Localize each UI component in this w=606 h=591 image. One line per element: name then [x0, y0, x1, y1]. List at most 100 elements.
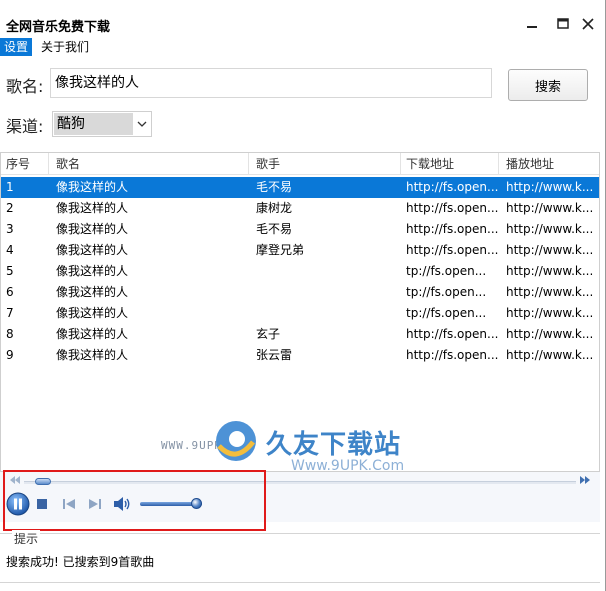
row-play-url: http://www.k...	[506, 243, 594, 257]
row-artist: 康树龙	[256, 201, 293, 215]
rewind-icon[interactable]	[10, 476, 20, 484]
volume-handle[interactable]	[190, 498, 202, 509]
table-row[interactable]: 8 像我这样的人 玄子 http://fs.open... http://www.k..…	[1, 324, 599, 345]
table-row[interactable]: 5 像我这样的人 tp://fs.open... http://www.k...	[1, 261, 599, 282]
table-header: 序号 歌名 歌手 下载地址 播放地址	[1, 153, 599, 175]
row-download-url: http://fs.open...	[406, 222, 499, 236]
row-song: 像我这样的人	[56, 180, 129, 194]
table-row[interactable]: 4 像我这样的人 摩登兄弟 http://fs.open... http://www.k…	[1, 240, 599, 261]
song-label: 歌名:	[6, 77, 44, 96]
main-window: 全网音乐免费下载 设置 关于我们 歌名: 像我这样的人 搜索 渠道: 酷狗 序号…	[0, 0, 606, 591]
watermark-url: WWW.9UPK.COM	[161, 439, 253, 452]
watermark-logo-icon	[216, 421, 256, 461]
column-header-play[interactable]: 播放地址	[501, 153, 599, 175]
row-artist: 毛不易	[256, 180, 293, 194]
row-index: 9	[6, 348, 14, 362]
search-button[interactable]: 搜索	[508, 69, 588, 101]
row-play-url: http://www.k...	[506, 348, 594, 362]
row-song: 像我这样的人	[56, 327, 129, 341]
menu-settings[interactable]: 设置	[0, 38, 33, 56]
close-button[interactable]	[576, 12, 600, 36]
row-play-url: http://www.k...	[506, 285, 594, 299]
row-download-url: http://fs.open...	[406, 243, 499, 257]
menu-about[interactable]: 关于我们	[37, 38, 93, 56]
table-row[interactable]: 6 像我这样的人 tp://fs.open... http://www.k...	[1, 282, 599, 303]
row-play-url: http://www.k...	[506, 180, 594, 194]
row-index: 1	[6, 180, 14, 194]
maximize-icon	[557, 18, 569, 29]
row-artist: 摩登兄弟	[256, 243, 305, 257]
row-song: 像我这样的人	[56, 222, 129, 236]
seek-bar[interactable]	[24, 481, 576, 484]
row-song: 像我这样的人	[56, 264, 129, 278]
row-play-url: http://www.k...	[506, 201, 594, 215]
close-icon	[582, 18, 594, 30]
row-index: 5	[6, 264, 14, 278]
window-title: 全网音乐免费下载	[6, 20, 111, 35]
row-index: 7	[6, 306, 14, 320]
next-track-icon[interactable]	[88, 497, 102, 511]
channel-select[interactable]: 酷狗	[52, 111, 152, 137]
media-player	[0, 472, 600, 522]
row-artist: 张云雷	[256, 348, 293, 362]
song-name-input[interactable]: 像我这样的人	[50, 68, 492, 98]
titlebar: 全网音乐免费下载	[0, 0, 606, 38]
divider	[0, 582, 600, 583]
menubar: 设置 关于我们	[0, 38, 606, 56]
row-artist: 玄子	[256, 327, 281, 341]
hint-title: 提示	[12, 530, 41, 547]
row-index: 6	[6, 285, 14, 299]
row-song: 像我这样的人	[56, 348, 129, 362]
row-artist: 毛不易	[256, 222, 293, 236]
previous-track-icon[interactable]	[62, 497, 76, 511]
pause-icon[interactable]	[6, 492, 30, 516]
channel-label: 渠道:	[6, 117, 44, 136]
row-index: 3	[6, 222, 14, 236]
chevron-down-icon	[137, 121, 147, 127]
column-header-download[interactable]: 下载地址	[401, 153, 499, 175]
player-controls	[0, 490, 600, 520]
table-row[interactable]: 3 像我这样的人 毛不易 http://fs.open... http://www.k.…	[1, 219, 599, 240]
row-index: 2	[6, 201, 14, 215]
row-play-url: http://www.k...	[506, 306, 594, 320]
row-download-url: tp://fs.open...	[406, 306, 487, 320]
row-play-url: http://www.k...	[506, 222, 594, 236]
row-download-url: http://fs.open...	[406, 348, 499, 362]
row-song: 像我这样的人	[56, 243, 129, 257]
channel-selected-value: 酷狗	[54, 113, 133, 135]
row-index: 4	[6, 243, 14, 257]
watermark-sub: Www.9UPK.Com	[291, 458, 405, 472]
results-table: 序号 歌名 歌手 下载地址 播放地址 1 像我这样的人 毛不易 http://fs.o…	[0, 152, 600, 472]
row-song: 像我这样的人	[56, 201, 129, 215]
table-row[interactable]: 1 像我这样的人 毛不易 http://fs.open... http://www.k.…	[1, 177, 599, 198]
row-song: 像我这样的人	[56, 306, 129, 320]
row-download-url: tp://fs.open...	[406, 264, 487, 278]
row-download-url: tp://fs.open...	[406, 285, 487, 299]
fast-forward-icon[interactable]	[580, 476, 590, 484]
hint-panel: 提示 搜索成功! 已搜索到9首歌曲	[0, 530, 600, 581]
row-play-url: http://www.k...	[506, 327, 594, 341]
row-artist	[251, 282, 401, 303]
minimize-icon	[527, 26, 537, 28]
row-song: 像我这样的人	[56, 285, 129, 299]
table-row[interactable]: 9 像我这样的人 张云雷 http://fs.open... http://www.k.…	[1, 345, 599, 366]
row-index: 8	[6, 327, 14, 341]
table-row[interactable]: 2 像我这样的人 康树龙 http://fs.open... http://www.k.…	[1, 198, 599, 219]
row-download-url: http://fs.open...	[406, 201, 499, 215]
maximize-button[interactable]	[551, 12, 575, 36]
seek-handle[interactable]	[35, 478, 52, 485]
row-play-url: http://www.k...	[506, 264, 594, 278]
minimize-button[interactable]	[520, 12, 544, 36]
row-download-url: http://fs.open...	[406, 327, 499, 341]
status-message: 搜索成功! 已搜索到9首歌曲	[6, 555, 155, 569]
table-row[interactable]: 7 像我这样的人 tp://fs.open... http://www.k...	[1, 303, 599, 324]
row-download-url: http://fs.open...	[406, 180, 499, 194]
volume-icon[interactable]	[113, 496, 131, 512]
column-header-index[interactable]: 序号	[1, 153, 49, 175]
stop-icon[interactable]	[36, 498, 48, 510]
watermark-brand: 久友下载站	[266, 430, 402, 460]
row-artist	[251, 261, 401, 282]
row-artist	[251, 303, 401, 324]
column-header-artist[interactable]: 歌手	[251, 153, 401, 175]
column-header-song[interactable]: 歌名	[51, 153, 249, 175]
